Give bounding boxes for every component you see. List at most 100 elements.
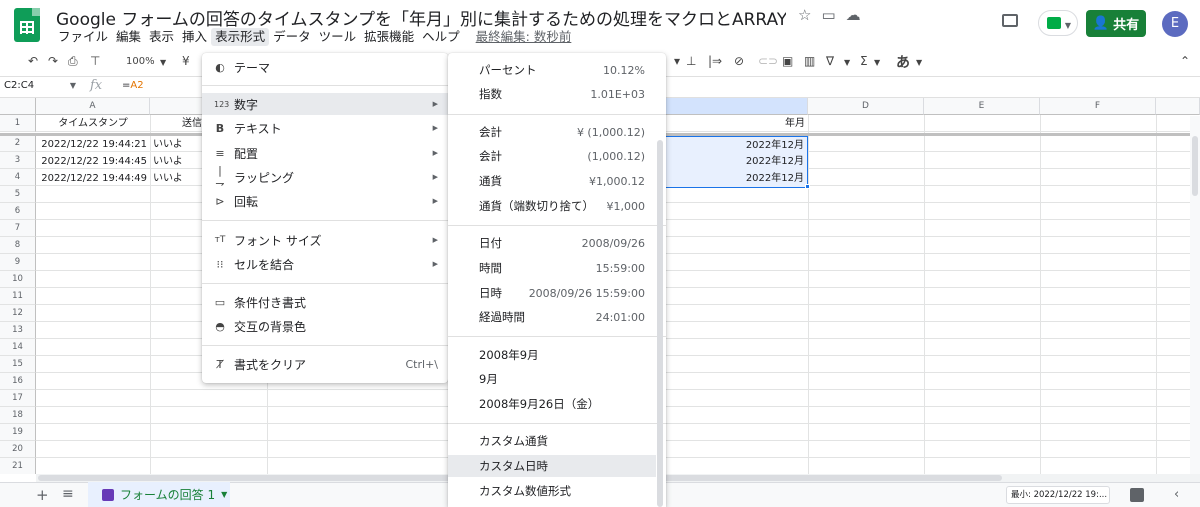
row-header[interactable]: 19 bbox=[0, 424, 36, 441]
row-header[interactable]: 8 bbox=[0, 237, 36, 254]
menu-format[interactable]: 表示形式 bbox=[211, 28, 270, 46]
submenu-item-scientific[interactable]: 指数 1.01E+03 bbox=[448, 83, 666, 105]
column-header-g[interactable] bbox=[1156, 98, 1200, 115]
fill-handle[interactable] bbox=[805, 184, 810, 189]
star-icon[interactable]: ☆ bbox=[798, 6, 811, 24]
submenu-item-percent[interactable]: パーセント 10.12% bbox=[448, 59, 666, 81]
row-header[interactable]: 9 bbox=[0, 254, 36, 271]
submenu-item-accounting[interactable]: 会計 ¥ (1,000.12) bbox=[448, 121, 666, 143]
submenu-item-month[interactable]: 9月 bbox=[448, 368, 666, 390]
meet-button[interactable]: ▼ bbox=[1038, 10, 1078, 36]
select-all-corner[interactable] bbox=[0, 98, 36, 115]
row-header[interactable]: 5 bbox=[0, 186, 36, 203]
input-tools-icon[interactable]: あ bbox=[896, 52, 910, 72]
functions-icon[interactable]: Σ bbox=[860, 54, 868, 68]
menu-item-wrapping[interactable]: |⇁ ラッピング ▶ bbox=[202, 164, 448, 190]
menu-item-text[interactable]: B テキスト ▶ bbox=[202, 117, 448, 139]
menu-edit[interactable]: 編集 bbox=[112, 28, 145, 46]
cell-a2[interactable]: 2022/12/22 19:44:21 bbox=[36, 136, 150, 154]
menu-tools[interactable]: ツール bbox=[315, 28, 361, 46]
cloud-status-icon[interactable]: ☁ bbox=[846, 6, 861, 24]
name-box[interactable]: C2:C4 ▼ bbox=[4, 80, 76, 96]
row-header[interactable]: 7 bbox=[0, 220, 36, 237]
column-header-a[interactable]: A bbox=[36, 98, 150, 115]
submenu-item-year-month[interactable]: 2008年9月 bbox=[448, 344, 666, 366]
submenu-item-time[interactable]: 時間 15:59:00 bbox=[448, 257, 666, 279]
menu-item-alternating-colors[interactable]: ◓ 交互の背景色 bbox=[202, 315, 448, 337]
cell-a1[interactable]: タイムスタンプ bbox=[36, 115, 150, 133]
column-header-f[interactable]: F bbox=[1040, 98, 1156, 115]
formula-input[interactable]: =A2 bbox=[122, 80, 144, 91]
sheets-logo[interactable] bbox=[14, 8, 40, 42]
text-wrap-icon[interactable]: |⇒ bbox=[708, 54, 722, 68]
comment-icon[interactable]: ▣ bbox=[782, 54, 793, 68]
document-title[interactable]: Google フォームの回答のタイムスタンプを「年月」別に集計するための処理をマ… bbox=[56, 5, 786, 30]
row-header[interactable]: 14 bbox=[0, 339, 36, 356]
add-sheet-button[interactable]: + bbox=[36, 486, 49, 504]
currency-format-button[interactable]: ¥ bbox=[182, 54, 190, 68]
collapse-toolbar-icon[interactable]: ⌃ bbox=[1180, 54, 1190, 68]
zoom-select[interactable]: 100% bbox=[126, 56, 155, 67]
cell-a3[interactable]: 2022/12/22 19:44:45 bbox=[36, 153, 150, 171]
submenu-scrollbar[interactable] bbox=[657, 140, 663, 507]
submenu-item-full-date[interactable]: 2008年9月26日（金） bbox=[448, 393, 666, 415]
menu-file[interactable]: ファイル bbox=[54, 28, 112, 46]
link-icon[interactable]: ⊂⊃ bbox=[758, 54, 778, 68]
vertical-scroll-thumb[interactable] bbox=[1192, 136, 1198, 196]
submenu-item-date[interactable]: 日付 2008/09/26 bbox=[448, 232, 666, 254]
row-header[interactable]: 1 bbox=[0, 115, 36, 132]
menu-item-number[interactable]: 123 数字 ▶ bbox=[202, 93, 448, 115]
menu-item-rotation[interactable]: ⊳ 回転 ▶ bbox=[202, 190, 448, 212]
menu-item-alignment[interactable]: ≡ 配置 ▶ bbox=[202, 142, 448, 164]
menu-item-font-size[interactable]: тT フォント サイズ ▶ bbox=[202, 229, 448, 251]
move-folder-icon[interactable]: ▭ bbox=[821, 6, 835, 24]
submenu-item-financial[interactable]: 会計 (1,000.12) bbox=[448, 145, 666, 167]
column-header-d[interactable]: D bbox=[808, 98, 924, 115]
cell-a4[interactable]: 2022/12/22 19:44:49 bbox=[36, 170, 150, 188]
chart-icon[interactable]: ▥ bbox=[804, 54, 815, 68]
row-header[interactable]: 2 bbox=[0, 135, 36, 152]
menu-help[interactable]: ヘルプ bbox=[418, 28, 464, 46]
sheet-tab[interactable]: フォームの回答 1 ▼ bbox=[88, 482, 230, 507]
menu-item-theme[interactable]: ◐ テーマ bbox=[202, 56, 448, 78]
summary-dropdown[interactable]: 最小: 2022/12/22 19:... ▾ bbox=[1006, 486, 1110, 504]
row-header[interactable]: 3 bbox=[0, 152, 36, 169]
redo-icon[interactable]: ↷ bbox=[48, 54, 58, 68]
menu-item-clear-format[interactable]: Ⱦ 書式をクリア Ctrl+\ bbox=[202, 353, 448, 375]
explore-icon[interactable] bbox=[1130, 488, 1144, 502]
print-icon[interactable]: ⎙ bbox=[68, 54, 78, 69]
comment-history-icon[interactable] bbox=[1002, 14, 1018, 27]
menu-extensions[interactable]: 拡張機能 bbox=[360, 28, 418, 46]
submenu-item-custom-number[interactable]: カスタム数値形式 bbox=[448, 480, 666, 502]
row-header[interactable]: 17 bbox=[0, 390, 36, 407]
submenu-item-currency-rounded[interactable]: 通貨（端数切り捨て） ¥1,000 bbox=[448, 195, 666, 217]
menu-item-merge[interactable]: ⁝⁝ セルを結合 ▶ bbox=[202, 253, 448, 275]
submenu-item-duration[interactable]: 経過時間 24:01:00 bbox=[448, 306, 666, 328]
text-rotate-icon[interactable]: ⊘ bbox=[734, 54, 744, 68]
undo-icon[interactable]: ↶ bbox=[28, 54, 38, 68]
share-button[interactable]: 👤 共有 bbox=[1086, 10, 1146, 37]
row-header[interactable]: 13 bbox=[0, 322, 36, 339]
row-header[interactable]: 11 bbox=[0, 288, 36, 305]
side-panel-toggle-icon[interactable]: ‹ bbox=[1174, 487, 1179, 502]
all-sheets-button[interactable]: ≡ bbox=[62, 486, 74, 502]
filter-icon[interactable]: ∇ bbox=[826, 54, 834, 68]
row-header[interactable]: 15 bbox=[0, 356, 36, 373]
vertical-scrollbar[interactable] bbox=[1190, 116, 1200, 474]
row-header[interactable]: 20 bbox=[0, 441, 36, 458]
paint-format-icon[interactable]: ⊤ bbox=[90, 54, 100, 68]
row-header[interactable]: 16 bbox=[0, 373, 36, 390]
row-header[interactable]: 4 bbox=[0, 169, 36, 186]
row-header[interactable]: 21 bbox=[0, 458, 36, 474]
vertical-align-icon[interactable]: ⊥ bbox=[686, 54, 696, 68]
row-header[interactable]: 12 bbox=[0, 305, 36, 322]
column-header-e[interactable]: E bbox=[924, 98, 1040, 115]
avatar[interactable]: E bbox=[1162, 11, 1188, 37]
submenu-item-custom-datetime[interactable]: カスタム日時 bbox=[448, 455, 656, 477]
last-edit-link[interactable]: 最終編集: 数秒前 bbox=[472, 28, 576, 46]
borders-icon[interactable]: ▾ bbox=[674, 54, 680, 68]
menu-view[interactable]: 表示 bbox=[145, 28, 178, 46]
row-header[interactable]: 18 bbox=[0, 407, 36, 424]
row-header[interactable]: 10 bbox=[0, 271, 36, 288]
menu-insert[interactable]: 挿入 bbox=[178, 28, 211, 46]
